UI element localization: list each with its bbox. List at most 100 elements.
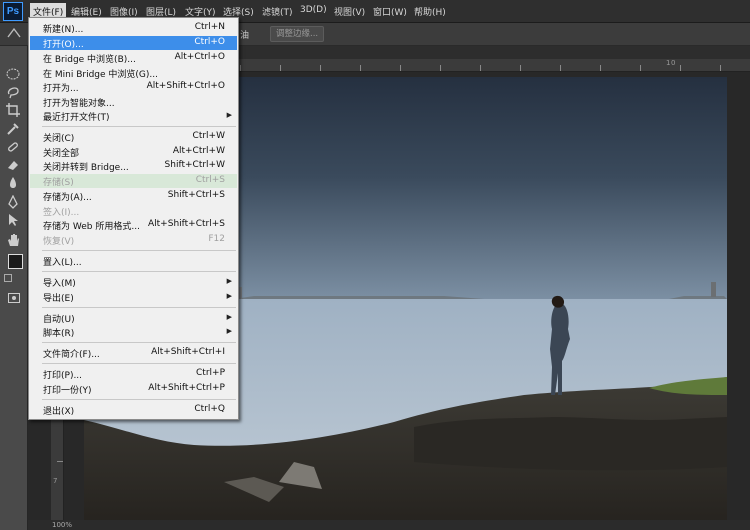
menu-item-open-as-smart-object[interactable]: 打开为智能对象... <box>30 95 237 109</box>
menu-item-label: 关闭(C) <box>43 134 75 144</box>
menu-item-scripts[interactable]: 脚本(R) ▶ <box>30 325 237 339</box>
menu-help[interactable]: 帮助(H) <box>414 5 446 18</box>
menu-item-file-info[interactable]: 文件简介(F)... Alt+Shift+Ctrl+I <box>30 346 237 360</box>
foreground-color-swatch[interactable] <box>8 254 23 269</box>
menu-item-save-as[interactable]: 存储为(A)... Shift+Ctrl+S <box>30 189 237 203</box>
menu-item-browse-in-bridge[interactable]: 在 Bridge 中浏览(B)... Alt+Ctrl+O <box>30 51 237 65</box>
menu-item-label: 文件简介(F)... <box>43 350 100 360</box>
menu-item-label: 置入(L)... <box>43 258 82 268</box>
menu-item-label: 打开(O)... <box>43 40 84 50</box>
tools-panel <box>0 46 28 530</box>
marquee-icon[interactable] <box>5 66 21 82</box>
menu-item-label: 导入(M) <box>43 279 76 289</box>
submenu-arrow-icon: ▶ <box>226 327 232 335</box>
distant-shore <box>234 296 484 299</box>
menu-item-shortcut: Alt+Ctrl+O <box>174 52 225 62</box>
eraser-icon[interactable] <box>5 157 21 173</box>
menu-item-print[interactable]: 打印(P)... Ctrl+P <box>30 367 237 381</box>
menu-item-shortcut: Alt+Ctrl+W <box>172 146 225 156</box>
tool-preset-icon[interactable] <box>6 26 22 43</box>
menu-item-label: 存储为(A)... <box>43 193 92 203</box>
spot-healing-icon[interactable] <box>5 139 21 155</box>
menu-item-place[interactable]: 置入(L)... <box>30 254 237 268</box>
menu-window[interactable]: 窗口(W) <box>373 5 407 18</box>
menu-item-label: 打开为智能对象... <box>43 99 115 109</box>
menu-item-label: 自动(U) <box>43 315 75 325</box>
menu-item-close[interactable]: 关闭(C) Ctrl+W <box>30 130 237 144</box>
menu-item-exit[interactable]: 退出(X) Ctrl+Q <box>30 403 237 417</box>
eyedropper-icon[interactable] <box>5 121 21 137</box>
photoshop-logo: Ps <box>3 2 23 21</box>
refine-edge-button[interactable]: 调整边缘... <box>270 26 325 42</box>
menu-view[interactable]: 视图(V) <box>334 5 365 18</box>
quick-mask-icon[interactable] <box>8 293 20 303</box>
menu-item-save-for-web[interactable]: 存储为 Web 所用格式... Alt+Shift+Ctrl+S <box>30 218 237 232</box>
menu-3d[interactable]: 3D(D) <box>300 5 327 15</box>
menu-item-label: 新建(N)... <box>43 25 84 35</box>
lasso-icon[interactable] <box>5 84 21 100</box>
menu-item-label: 打印一份(Y) <box>43 386 92 396</box>
menu-separator <box>42 271 236 272</box>
menu-item-label: 存储为 Web 所用格式... <box>43 222 140 232</box>
menu-item-label: 打印(P)... <box>43 371 83 381</box>
menu-item-save[interactable]: 存储(S) Ctrl+S <box>30 174 237 188</box>
menu-item-print-one-copy[interactable]: 打印一份(Y) Alt+Shift+Ctrl+P <box>30 382 237 396</box>
submenu-arrow-icon: ▶ <box>226 313 232 321</box>
menu-item-label: 导出(E) <box>43 294 74 304</box>
menu-item-recent-files[interactable]: 最近打开文件(T) ▶ <box>30 109 237 123</box>
menu-item-label: 最近打开文件(T) <box>43 113 110 123</box>
path-selection-icon[interactable] <box>5 212 21 228</box>
file-menu: 新建(N)... Ctrl+N 打开(O)... Ctrl+O 在 Bridge… <box>28 17 239 420</box>
menu-item-export[interactable]: 导出(E) ▶ <box>30 290 237 304</box>
menu-separator <box>42 342 236 343</box>
menu-item-shortcut: Ctrl+N <box>194 22 225 32</box>
menu-item-shortcut: Ctrl+S <box>195 175 225 185</box>
zoom-level[interactable]: 100% <box>52 520 72 530</box>
pen-icon[interactable] <box>5 194 21 210</box>
menu-item-automate[interactable]: 自动(U) ▶ <box>30 311 237 325</box>
menu-item-shortcut: Ctrl+Q <box>194 404 225 414</box>
distant-headland <box>669 296 727 299</box>
menu-item-browse-in-mini-bridge[interactable]: 在 Mini Bridge 中浏览(G)... <box>30 66 237 80</box>
menu-item-shortcut: F12 <box>208 234 225 244</box>
menu-item-close-all[interactable]: 关闭全部 Alt+Ctrl+W <box>30 145 237 159</box>
menu-item-new[interactable]: 新建(N)... Ctrl+N <box>30 21 237 35</box>
menu-separator <box>42 307 236 308</box>
ruler-label: 7 <box>53 477 58 485</box>
blur-icon[interactable] <box>5 175 21 191</box>
crop-icon[interactable] <box>5 102 21 118</box>
menu-item-label: 脚本(R) <box>43 329 75 339</box>
menu-item-shortcut: Shift+Ctrl+S <box>167 190 225 200</box>
menu-item-label: 打开为... <box>43 84 79 94</box>
submenu-arrow-icon: ▶ <box>226 277 232 285</box>
menu-item-check-in[interactable]: 签入(I)... <box>30 204 237 218</box>
menu-item-label: 签入(I)... <box>43 208 80 218</box>
submenu-arrow-icon: ▶ <box>226 292 232 300</box>
menu-item-label: 在 Bridge 中浏览(B)... <box>43 55 136 65</box>
menu-item-shortcut: Shift+Ctrl+W <box>164 160 225 170</box>
menu-item-label: 在 Mini Bridge 中浏览(G)... <box>43 70 158 80</box>
hand-icon[interactable] <box>5 232 21 248</box>
menu-separator <box>42 363 236 364</box>
ruler-label: 0 <box>671 59 676 67</box>
menu-item-open[interactable]: 打开(O)... Ctrl+O <box>30 36 237 50</box>
lighthouse-right <box>711 282 716 297</box>
menu-separator <box>42 126 236 127</box>
status-bar: 100% <box>28 520 750 530</box>
menu-separator <box>42 399 236 400</box>
menu-item-shortcut: Alt+Shift+Ctrl+I <box>151 347 225 357</box>
menu-item-import[interactable]: 导入(M) ▶ <box>30 275 237 289</box>
rock-ledge <box>414 417 727 471</box>
menu-item-shortcut: Alt+Shift+Ctrl+S <box>148 219 225 229</box>
menu-filter[interactable]: 滤镜(T) <box>262 5 293 18</box>
menu-item-open-as[interactable]: 打开为... Alt+Shift+Ctrl+O <box>30 80 237 94</box>
swap-colors-icon[interactable] <box>4 274 12 282</box>
menu-item-label: 关闭全部 <box>43 149 80 159</box>
menu-item-shortcut: Alt+Shift+Ctrl+P <box>148 383 225 393</box>
menu-item-close-and-go-to-bridge[interactable]: 关闭并转到 Bridge... Shift+Ctrl+W <box>30 159 237 173</box>
menu-item-revert[interactable]: 恢复(V) F12 <box>30 233 237 247</box>
menu-item-shortcut: Ctrl+P <box>196 368 225 378</box>
menu-item-shortcut: Alt+Shift+Ctrl+O <box>146 81 225 91</box>
ruler-label: 1 <box>666 59 671 67</box>
menu-item-shortcut: Ctrl+O <box>194 37 225 47</box>
